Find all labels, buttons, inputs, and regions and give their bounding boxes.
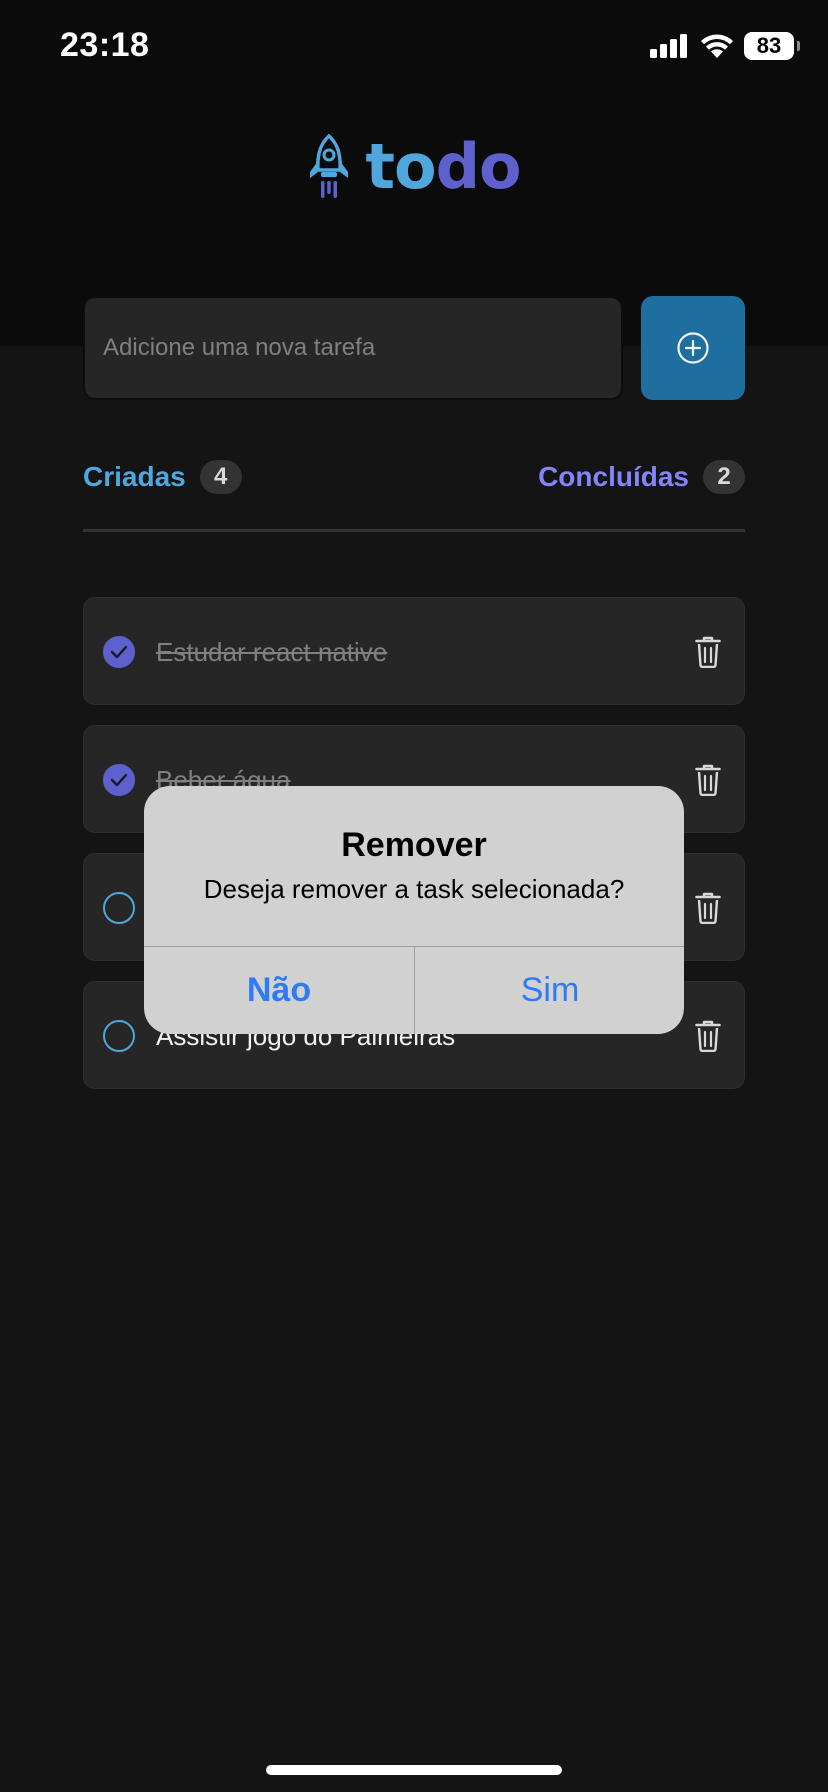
created-count-badge: 4 [199, 460, 242, 494]
cellular-signal-icon [650, 34, 687, 58]
task-text: Estudar react native [156, 637, 388, 667]
alert-message: Deseja remover a task selecionada? [203, 874, 625, 904]
checkmark-icon [110, 773, 128, 787]
done-label: Concluídas [538, 461, 689, 492]
logo-text-do: do [435, 130, 522, 203]
trash-icon [695, 636, 721, 668]
list-divider [83, 529, 745, 532]
status-time: 23:18 [60, 26, 150, 64]
checkmark-icon [110, 645, 128, 659]
wifi-icon [701, 34, 733, 58]
remove-task-alert: Remover Deseja remover a task selecionad… [144, 786, 684, 1034]
trash-icon [695, 892, 721, 924]
logo-text-to: to [365, 130, 436, 203]
alert-confirm-button[interactable]: Sim [415, 947, 684, 1034]
status-icons: 83 [650, 32, 800, 60]
app-logo: todo [0, 130, 828, 203]
delete-task-button[interactable] [690, 890, 726, 926]
alert-title: Remover [341, 826, 487, 864]
task-checkbox[interactable] [103, 1020, 135, 1052]
done-count-badge: 2 [703, 460, 745, 494]
delete-task-button[interactable] [690, 634, 726, 670]
trash-icon [695, 764, 721, 796]
task-checkbox[interactable] [103, 636, 135, 668]
alert-cancel-button[interactable]: Não [144, 947, 414, 1034]
done-counter: Concluídas 2 [538, 460, 745, 494]
trash-icon [695, 1020, 721, 1052]
created-counter: Criadas 4 [83, 460, 242, 494]
task-checkbox[interactable] [103, 892, 135, 924]
battery-level: 83 [756, 33, 782, 58]
task-checkbox[interactable] [103, 764, 135, 796]
battery-icon: 83 [744, 32, 800, 60]
add-task-button[interactable] [641, 296, 745, 400]
new-task-input[interactable] [83, 296, 623, 400]
task-item: Estudar react native [83, 597, 745, 705]
created-label: Criadas [83, 461, 186, 492]
home-indicator[interactable] [266, 1765, 562, 1775]
delete-task-button[interactable] [690, 762, 726, 798]
plus-circle-icon [677, 332, 709, 364]
logo-text: todo [365, 130, 522, 203]
delete-task-button[interactable] [690, 1018, 726, 1054]
rocket-icon [310, 133, 349, 198]
